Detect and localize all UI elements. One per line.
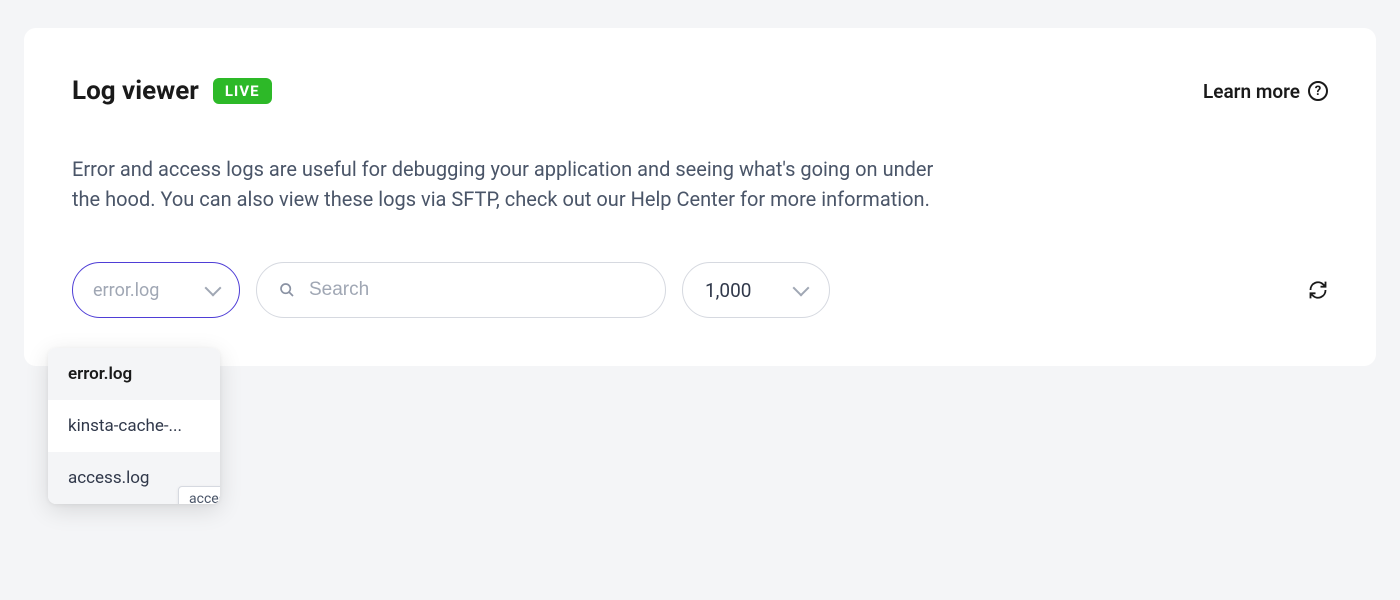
live-badge: LIVE [213,78,272,104]
tooltip: access.log [178,486,220,504]
dropdown-option-access-log[interactable]: access.log access.log [48,452,220,504]
help-icon: ? [1308,81,1328,101]
log-file-select[interactable]: error.log [72,262,240,318]
controls-row: error.log 1,000 [72,262,1328,318]
title-wrap: Log viewer LIVE [72,76,272,106]
line-count-select[interactable]: 1,000 [682,262,830,318]
log-file-dropdown-menu: error.log kinsta-cache-... access.log ac… [48,348,220,504]
log-file-select-value: error.log [93,280,159,301]
page-title: Log viewer [72,76,199,106]
learn-more-label: Learn more [1203,80,1300,103]
refresh-button[interactable] [1308,280,1328,300]
search-input[interactable] [309,279,643,301]
header-row: Log viewer LIVE Learn more ? [72,76,1328,106]
chevron-down-icon [793,280,810,297]
refresh-icon [1308,280,1328,300]
log-viewer-card: Log viewer LIVE Learn more ? Error and a… [24,28,1376,366]
dropdown-option-kinsta-cache[interactable]: kinsta-cache-... [48,400,220,452]
search-field-wrap [256,262,666,318]
search-icon [279,282,295,298]
dropdown-option-error-log[interactable]: error.log [48,348,220,400]
learn-more-link[interactable]: Learn more ? [1203,80,1328,103]
description-text: Error and access logs are useful for deb… [72,154,952,214]
line-count-value: 1,000 [705,279,751,302]
chevron-down-icon [205,280,222,297]
